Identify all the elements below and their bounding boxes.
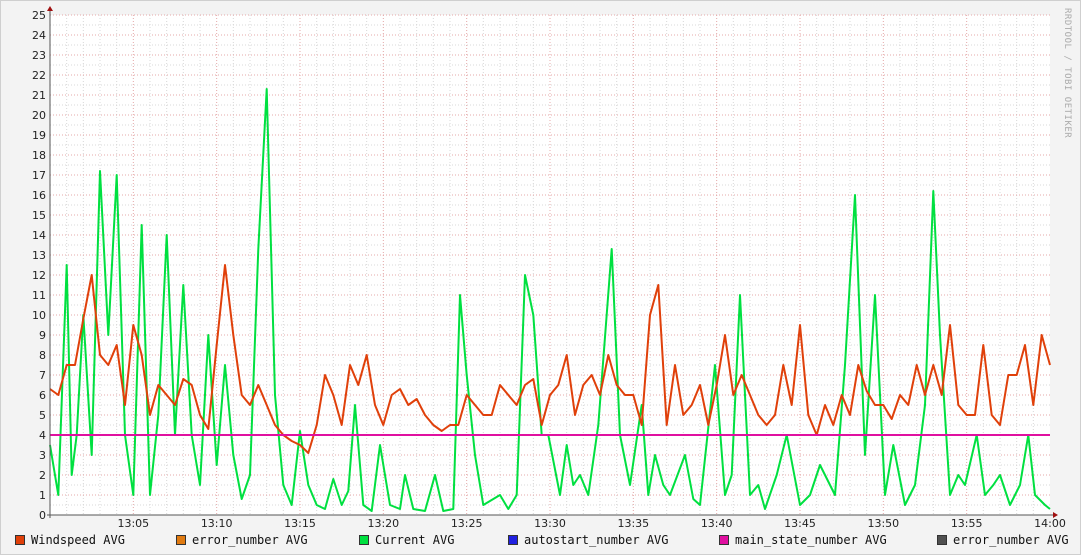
- y-tick-label: 0: [39, 509, 46, 522]
- y-tick-label: 15: [32, 209, 46, 222]
- y-tick-label: 13: [32, 249, 46, 262]
- legend-label: main_state_number AVG: [735, 533, 887, 547]
- legend-item-autostart-number: autostart_number AVG: [508, 533, 669, 547]
- y-tick-label: 8: [39, 349, 46, 362]
- x-tick-label: 13:25: [451, 517, 483, 530]
- y-tick-label: 4: [39, 429, 46, 442]
- legend: Windspeed AVG error_number AVG Current A…: [0, 533, 1081, 551]
- y-tick-label: 20: [32, 109, 46, 122]
- y-tick-label: 14: [32, 229, 46, 242]
- y-tick-label: 23: [32, 49, 46, 62]
- x-tick-label: 13:30: [534, 517, 566, 530]
- y-tick-label: 11: [32, 289, 46, 302]
- legend-item-windspeed: Windspeed AVG: [15, 533, 125, 547]
- legend-swatch: [719, 535, 729, 545]
- x-tick-label: 14:00: [1034, 517, 1066, 530]
- y-tick-label: 25: [32, 9, 46, 22]
- x-tick-label: 13:35: [617, 517, 649, 530]
- legend-label: Current AVG: [375, 533, 455, 547]
- x-tick-label: 13:40: [701, 517, 733, 530]
- x-tick-label: 13:55: [951, 517, 983, 530]
- legend-swatch: [508, 535, 518, 545]
- legend-item-error-number: error_number AVG: [176, 533, 308, 547]
- y-tick-label: 21: [32, 89, 46, 102]
- y-tick-label: 12: [32, 269, 46, 282]
- legend-label: Windspeed AVG: [31, 533, 125, 547]
- legend-label: autostart_number AVG: [524, 533, 669, 547]
- y-tick-label: 6: [39, 389, 46, 402]
- y-tick-label: 22: [32, 69, 46, 82]
- x-tick-label: 13:45: [784, 517, 816, 530]
- legend-label: error_number AVG: [192, 533, 308, 547]
- y-tick-label: 1: [39, 489, 46, 502]
- y-tick-label: 19: [32, 129, 46, 142]
- y-tick-label: 2: [39, 469, 46, 482]
- watermark: RRDTOOL / TOBI OETIKER: [1062, 8, 1072, 139]
- y-tick-label: 3: [39, 449, 46, 462]
- y-tick-label: 18: [32, 149, 46, 162]
- legend-item-main-state-number: main_state_number AVG: [719, 533, 887, 547]
- chart: 0123456789101112131415161718192021222324…: [32, 6, 1066, 530]
- y-axis-arrow-icon: [47, 6, 53, 11]
- legend-swatch: [15, 535, 25, 545]
- y-tick-label: 5: [39, 409, 46, 422]
- y-tick-label: 24: [32, 29, 46, 42]
- x-tick-label: 13:50: [867, 517, 899, 530]
- legend-label: error_number AVG: [953, 533, 1069, 547]
- x-tick-label: 13:20: [367, 517, 399, 530]
- legend-swatch: [937, 535, 947, 545]
- x-tick-label: 13:10: [201, 517, 233, 530]
- y-tick-label: 7: [39, 369, 46, 382]
- y-tick-label: 16: [32, 189, 46, 202]
- y-tick-label: 9: [39, 329, 46, 342]
- y-tick-label: 17: [32, 169, 46, 182]
- legend-swatch: [176, 535, 186, 545]
- legend-item-current: Current AVG: [359, 533, 454, 547]
- legend-swatch: [359, 535, 369, 545]
- y-tick-label: 10: [32, 309, 46, 322]
- legend-item-error-number-2: error_number AVG: [937, 533, 1069, 547]
- x-tick-label: 13:15: [284, 517, 316, 530]
- x-tick-label: 13:05: [117, 517, 149, 530]
